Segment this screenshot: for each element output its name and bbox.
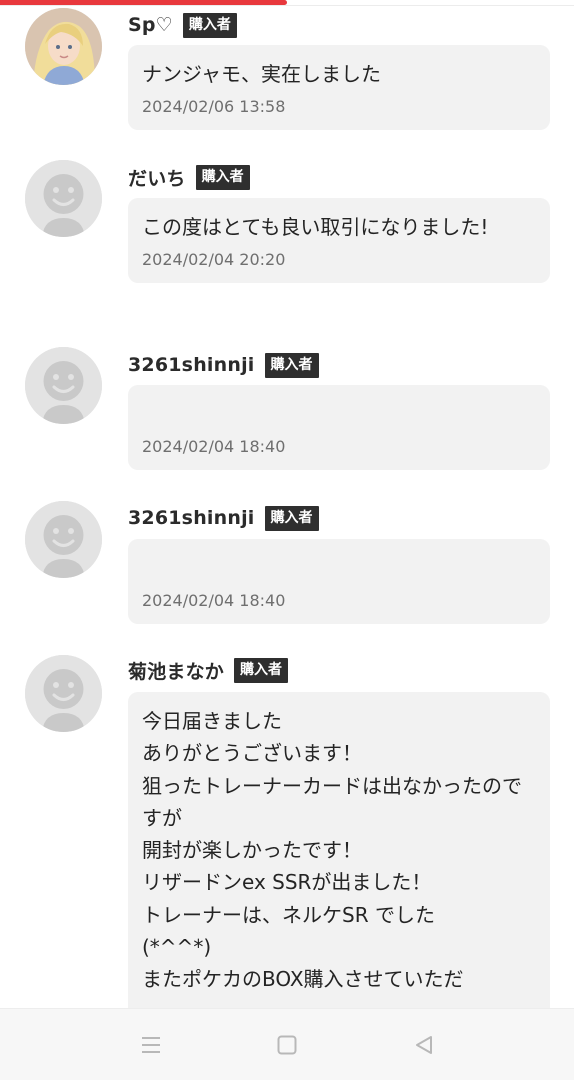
comment-bubble: この度はとても良い取引になりました! 2024/02/04 20:20 bbox=[128, 198, 550, 283]
user-name[interactable]: だいち bbox=[128, 164, 186, 191]
avatar[interactable] bbox=[25, 160, 102, 237]
comment-timestamp: 2024/02/06 13:58 bbox=[142, 97, 286, 116]
home-square-icon[interactable] bbox=[273, 1031, 301, 1059]
comment-text: この度はとても良い取引になりました! bbox=[142, 215, 489, 239]
user-name[interactable]: 3261shinnji bbox=[128, 354, 255, 376]
menu-icon[interactable] bbox=[137, 1031, 165, 1059]
comment-timestamp: 2024/02/04 20:20 bbox=[142, 250, 286, 269]
comment-timestamp: 2024/02/04 18:40 bbox=[142, 591, 286, 610]
comment-timestamp: 2024/02/04 18:40 bbox=[142, 437, 286, 456]
comment-text bbox=[142, 553, 536, 584]
avatar[interactable] bbox=[25, 501, 102, 578]
buyer-badge: 購入者 bbox=[195, 164, 250, 190]
buyer-badge: 購入者 bbox=[264, 505, 319, 531]
comment-bubble: ナンジャモ、実在しました 2024/02/06 13:58 bbox=[128, 45, 550, 130]
comment-bubble: 2024/02/04 18:40 bbox=[128, 539, 550, 624]
buyer-badge: 購入者 bbox=[234, 657, 289, 683]
default-avatar-icon bbox=[25, 655, 102, 732]
top-divider bbox=[0, 5, 574, 6]
avatar[interactable] bbox=[25, 8, 102, 85]
user-name[interactable]: 3261shinnji bbox=[128, 507, 255, 529]
avatar[interactable] bbox=[25, 347, 102, 424]
buyer-badge: 購入者 bbox=[182, 12, 237, 38]
comment-text: ナンジャモ、実在しました bbox=[142, 62, 381, 86]
default-avatar-icon bbox=[25, 501, 102, 578]
illustrated-avatar-icon bbox=[25, 8, 102, 85]
buyer-badge: 購入者 bbox=[264, 352, 319, 378]
comment-text: 今日届きました ありがとうございます！ 狙ったトレーナーカードは出なかったのです… bbox=[142, 709, 522, 992]
user-name[interactable]: Sp♡ bbox=[128, 14, 173, 36]
system-navigation-bar bbox=[0, 1008, 574, 1080]
default-avatar-icon bbox=[25, 347, 102, 424]
avatar[interactable] bbox=[25, 655, 102, 732]
comment-text bbox=[142, 399, 536, 430]
back-triangle-icon[interactable] bbox=[410, 1031, 438, 1059]
comment-bubble: 2024/02/04 18:40 bbox=[128, 385, 550, 470]
default-avatar-icon bbox=[25, 160, 102, 237]
user-name[interactable]: 菊池まなか bbox=[128, 657, 224, 684]
